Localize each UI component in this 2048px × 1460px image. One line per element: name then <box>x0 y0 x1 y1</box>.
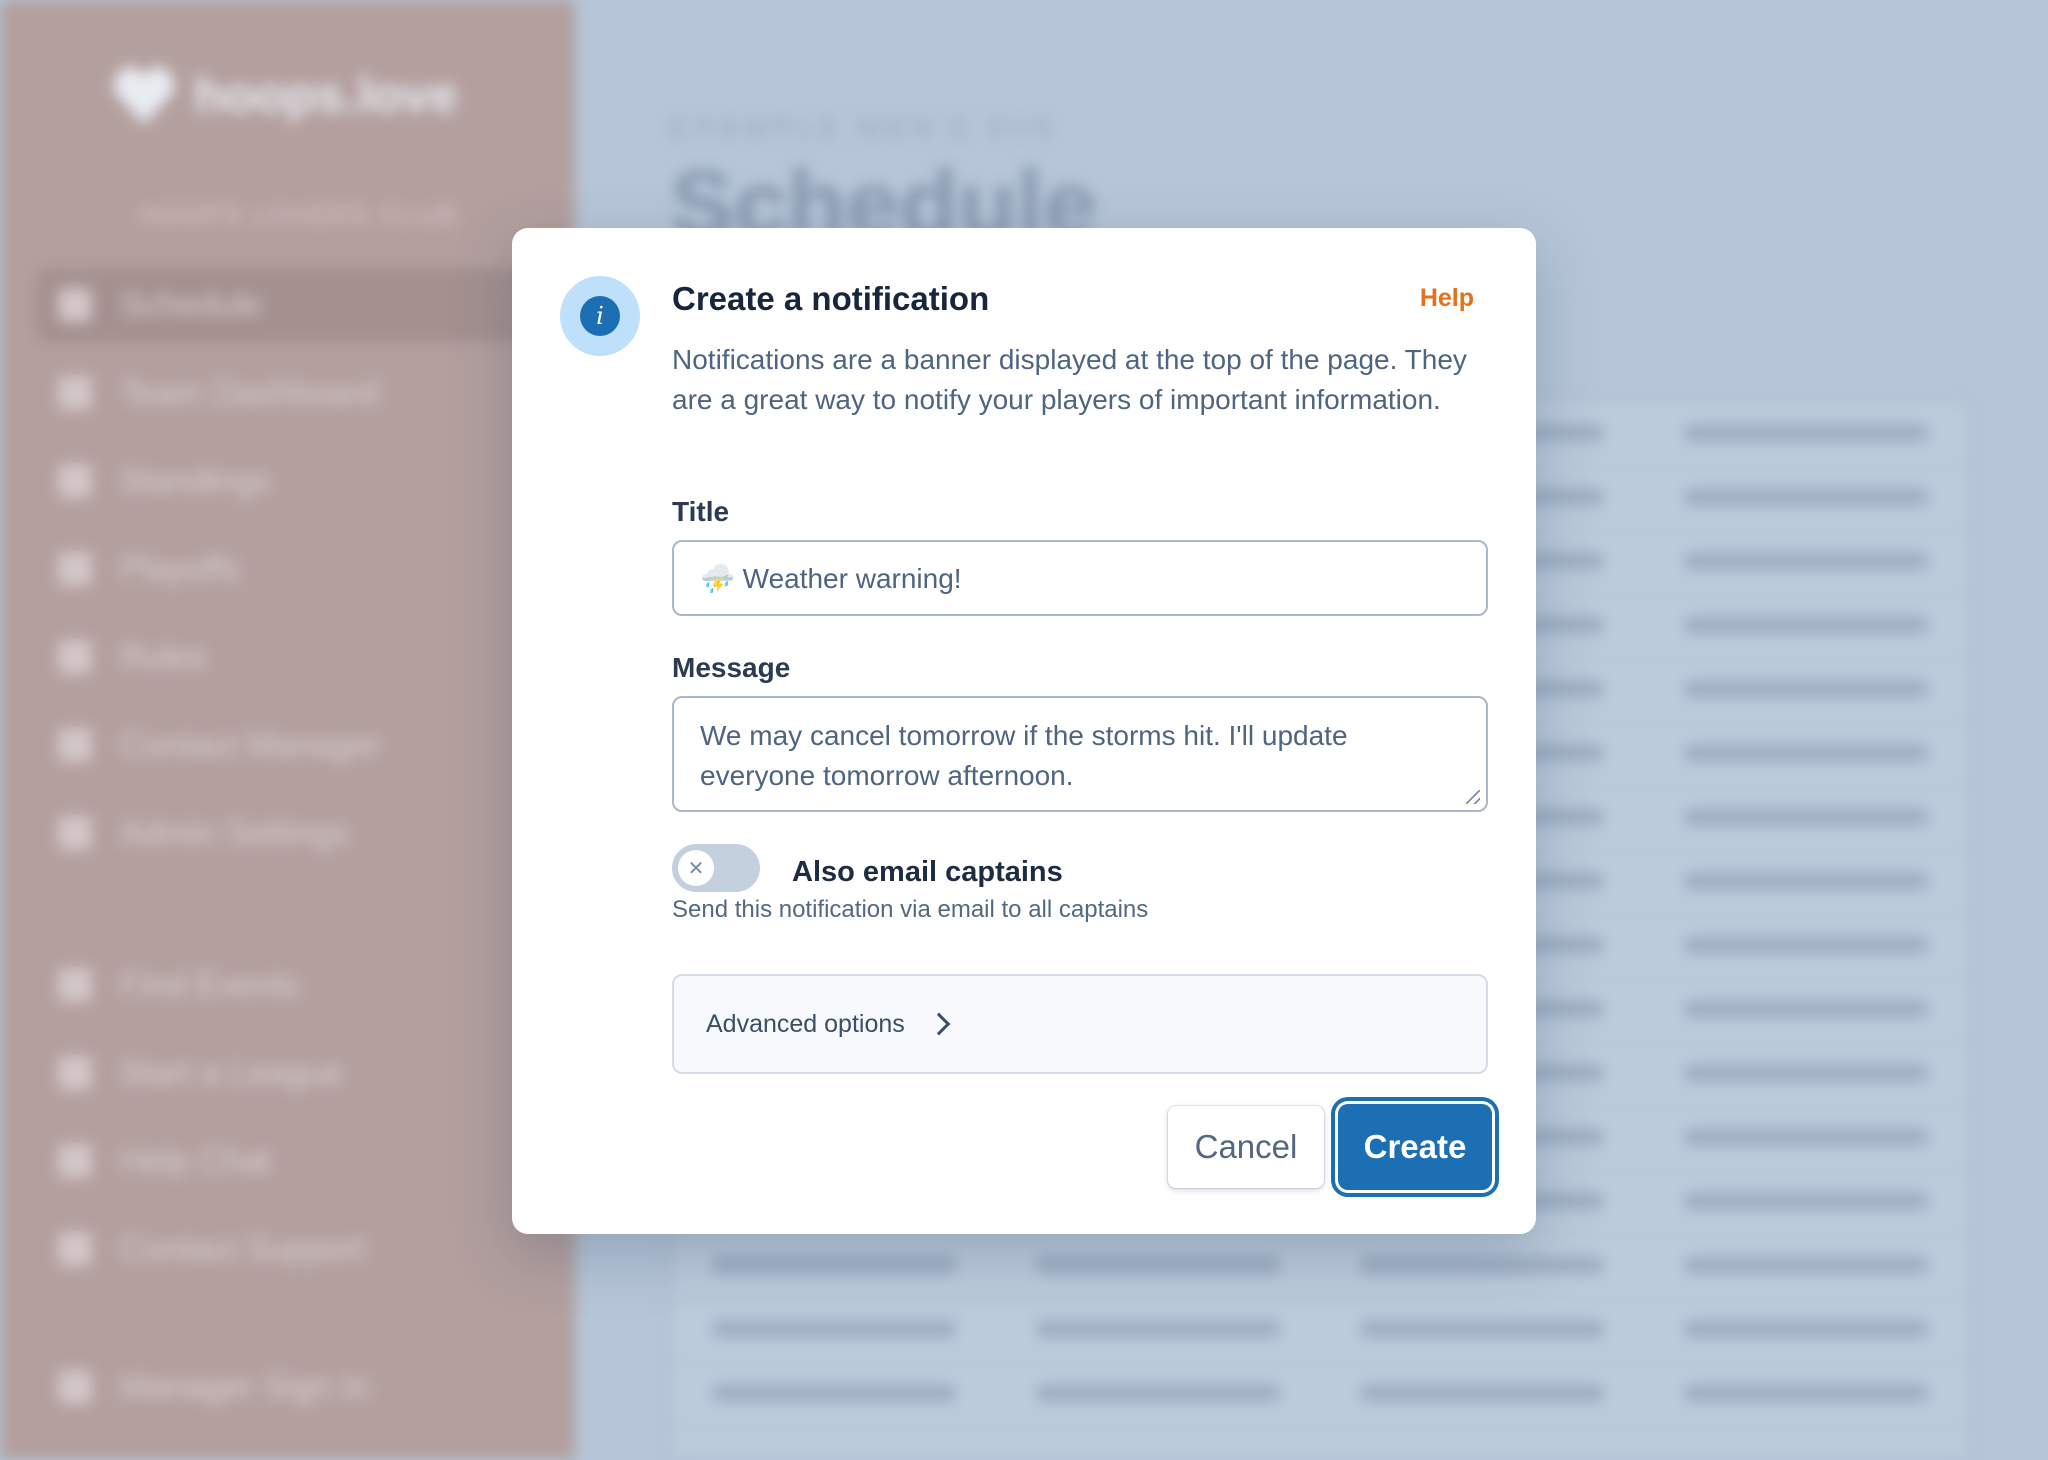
sidebar-item-contact-support: Contact Support <box>36 1212 556 1286</box>
support-icon <box>58 1232 92 1266</box>
sidebar-item-rules: Rules <box>36 620 556 694</box>
email-captains-toggle[interactable]: ✕ <box>672 844 760 892</box>
modal-description: Notifications are a banner displayed at … <box>672 344 1467 415</box>
sidebar-footer: Manager Sign In <box>36 1350 556 1438</box>
sidebar-item-find-events: Find Events <box>36 948 556 1022</box>
email-captains-hint: Send this notification via email to all … <box>672 896 1149 923</box>
message-textarea[interactable]: We may cancel tomorrow if the storms hit… <box>672 696 1488 812</box>
sidebar-item-label: Help Chat <box>120 1141 272 1180</box>
logo-text: hoops.love <box>194 67 458 123</box>
table-row <box>672 1298 1968 1362</box>
chat-icon <box>58 1144 92 1178</box>
title-field-label: Title <box>672 496 730 527</box>
info-icon-badge: i <box>560 276 640 356</box>
sidebar-item-admin-settings: Admin Settings <box>36 796 556 870</box>
sidebar-lower-nav: Find Events Start a League Help Chat Con… <box>36 948 556 1300</box>
sidebar-item-label: Manager Sign In <box>120 1367 370 1406</box>
sidebar-item-label: Find Events <box>120 965 300 1004</box>
logo: hoops.love <box>112 66 458 124</box>
info-icon: i <box>580 296 620 336</box>
sidebar-item-label: Rules <box>120 637 207 676</box>
team-icon <box>58 376 92 410</box>
resize-handle-icon[interactable] <box>1466 790 1480 804</box>
email-captains-label[interactable]: Also email captains <box>792 856 1063 889</box>
heart-logo-icon <box>112 66 176 124</box>
message-field-label: Message <box>672 652 791 683</box>
sidebar-item-schedule: Schedule <box>36 268 556 342</box>
sidebar-item-start-league: Start a League <box>36 1036 556 1110</box>
create-button[interactable]: Create <box>1338 1104 1492 1190</box>
trophy-icon <box>58 552 92 586</box>
sidebar-item-standings: Standings <box>36 444 556 518</box>
sidebar-item-label: Contact Support <box>120 1229 366 1268</box>
title-input[interactable]: ⛈️ Weather warning! <box>672 540 1488 616</box>
sidebar-nav: Schedule Team Dashboard Standings Playof… <box>36 268 556 884</box>
gear-icon <box>58 816 92 850</box>
user-icon <box>58 1370 92 1404</box>
sidebar-item-label: Playoffs <box>120 549 241 588</box>
calendar-icon <box>58 288 92 322</box>
create-notification-modal: i Create a notification Help Notificatio… <box>512 228 1536 1234</box>
book-icon <box>58 640 92 674</box>
sidebar-item-label: Contact Manager <box>120 725 381 764</box>
sidebar-item-label: Standings <box>120 461 272 500</box>
message-textarea-value: We may cancel tomorrow if the storms hit… <box>700 720 1348 791</box>
close-icon: ✕ <box>678 850 714 886</box>
chevron-right-icon <box>927 1012 951 1036</box>
title-input-value: ⛈️ Weather warning! <box>700 562 962 594</box>
list-icon <box>58 464 92 498</box>
modal-title: Create a notification <box>672 280 990 317</box>
advanced-options-label: Advanced options <box>706 1009 905 1038</box>
sidebar-item-label: Team Dashboard <box>120 373 379 412</box>
mail-icon <box>58 728 92 762</box>
sidebar-item-help-chat: Help Chat <box>36 1124 556 1198</box>
table-row <box>672 1362 1968 1426</box>
sidebar-item-team-dashboard: Team Dashboard <box>36 356 556 430</box>
breadcrumb: EXAMPLE MEN'S 5V5 <box>670 112 1056 143</box>
sidebar-item-label: Schedule <box>120 285 262 324</box>
advanced-options-toggle[interactable]: Advanced options <box>672 974 1488 1074</box>
cancel-button[interactable]: Cancel <box>1168 1106 1324 1188</box>
plus-icon <box>58 1056 92 1090</box>
help-link[interactable]: Help <box>1420 284 1474 313</box>
sidebar-item-contact-manager: Contact Manager <box>36 708 556 782</box>
sidebar-item-manager-sign-in: Manager Sign In <box>36 1350 556 1424</box>
sidebar-item-playoffs: Playoffs <box>36 532 556 606</box>
table-row <box>672 1234 1968 1298</box>
sidebar: hoops.love HOOPS LOVERS CLUB Schedule Te… <box>0 0 575 1460</box>
league-name: HOOPS LOVERS CLUB <box>140 200 458 230</box>
search-icon <box>58 968 92 1002</box>
sidebar-item-label: Admin Settings <box>120 813 349 852</box>
sidebar-item-label: Start a League <box>120 1053 344 1092</box>
